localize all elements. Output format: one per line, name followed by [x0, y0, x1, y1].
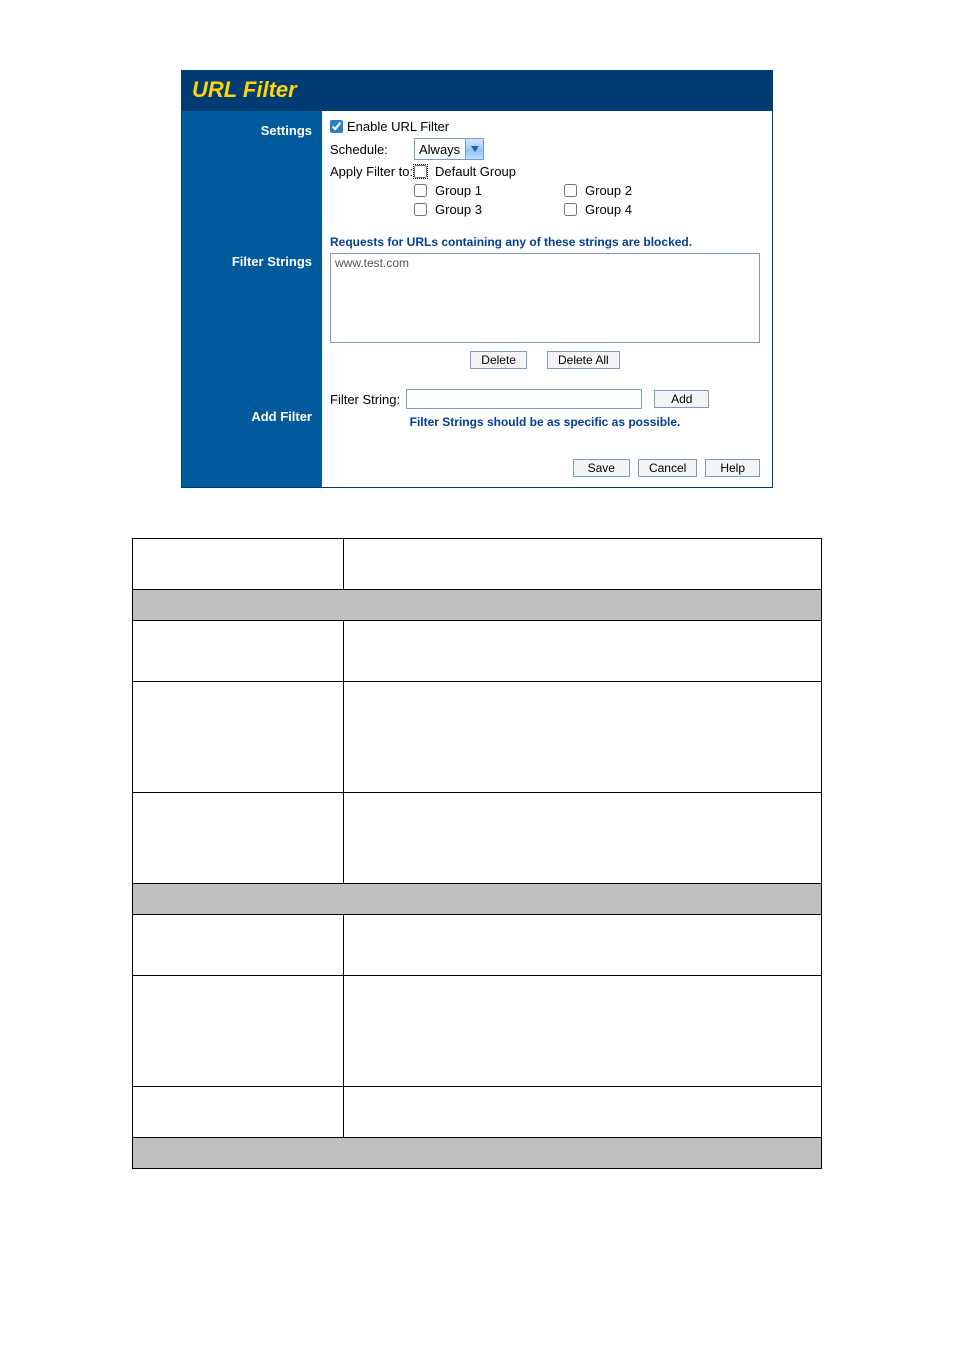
table-cell — [344, 1087, 822, 1138]
table-cell — [133, 793, 344, 884]
table-row — [133, 539, 822, 590]
table-cell — [344, 539, 822, 590]
table-cell — [133, 915, 344, 976]
schedule-select[interactable]: Always — [414, 138, 484, 160]
table-cell — [133, 884, 822, 915]
default-group-checkbox[interactable] — [414, 165, 427, 178]
filter-string-hint: Filter Strings should be as specific as … — [330, 415, 760, 429]
table-row — [133, 621, 822, 682]
table-row — [133, 793, 822, 884]
side-label-add-filter: Add Filter — [182, 409, 316, 424]
spec-table — [132, 538, 822, 1169]
group2-label: Group 2 — [585, 183, 632, 198]
table-row — [133, 1087, 822, 1138]
table-row — [133, 1138, 822, 1169]
enable-url-filter-label: Enable URL Filter — [347, 119, 449, 134]
table-row — [133, 976, 822, 1087]
table-cell — [344, 915, 822, 976]
table-cell — [133, 1138, 822, 1169]
add-button[interactable]: Add — [654, 390, 709, 408]
group3-label: Group 3 — [435, 202, 482, 217]
table-cell — [133, 539, 344, 590]
group4-label: Group 4 — [585, 202, 632, 217]
filter-string-label: Filter String: — [330, 392, 400, 407]
side-label-filter-strings: Filter Strings — [182, 254, 316, 269]
table-cell — [133, 682, 344, 793]
table-row — [133, 915, 822, 976]
table-row — [133, 682, 822, 793]
table-cell — [344, 682, 822, 793]
enable-url-filter-checkbox[interactable] — [330, 120, 343, 133]
table-cell — [133, 1087, 344, 1138]
table-cell — [344, 976, 822, 1087]
filter-string-item[interactable]: www.test.com — [335, 256, 755, 270]
url-filter-panel: URL Filter Settings Filter Strings Add F… — [181, 70, 773, 488]
group4-checkbox[interactable] — [564, 203, 577, 216]
table-row — [133, 590, 822, 621]
delete-button[interactable]: Delete — [470, 351, 527, 369]
filter-strings-listbox[interactable]: www.test.com — [330, 253, 760, 343]
table-cell — [133, 590, 822, 621]
side-column: Settings Filter Strings Add Filter — [182, 111, 322, 487]
side-label-settings: Settings — [182, 123, 316, 138]
save-button[interactable]: Save — [573, 459, 630, 477]
table-cell — [133, 976, 344, 1087]
table-cell — [344, 621, 822, 682]
cancel-button[interactable]: Cancel — [638, 459, 697, 477]
delete-all-button[interactable]: Delete All — [547, 351, 620, 369]
table-cell — [133, 621, 344, 682]
schedule-label: Schedule: — [330, 142, 414, 157]
filter-strings-note: Requests for URLs containing any of thes… — [330, 235, 764, 249]
table-cell — [344, 793, 822, 884]
group3-checkbox[interactable] — [414, 203, 427, 216]
filter-string-input[interactable] — [406, 389, 642, 409]
default-group-label: Default Group — [435, 164, 516, 179]
group1-checkbox[interactable] — [414, 184, 427, 197]
table-row — [133, 884, 822, 915]
main-column: Enable URL Filter Schedule: Always Apply — [322, 111, 772, 487]
panel-title: URL Filter — [182, 71, 772, 111]
group2-checkbox[interactable] — [564, 184, 577, 197]
help-button[interactable]: Help — [705, 459, 760, 477]
apply-filter-to-label: Apply Filter to: — [330, 164, 414, 179]
group1-label: Group 1 — [435, 183, 482, 198]
